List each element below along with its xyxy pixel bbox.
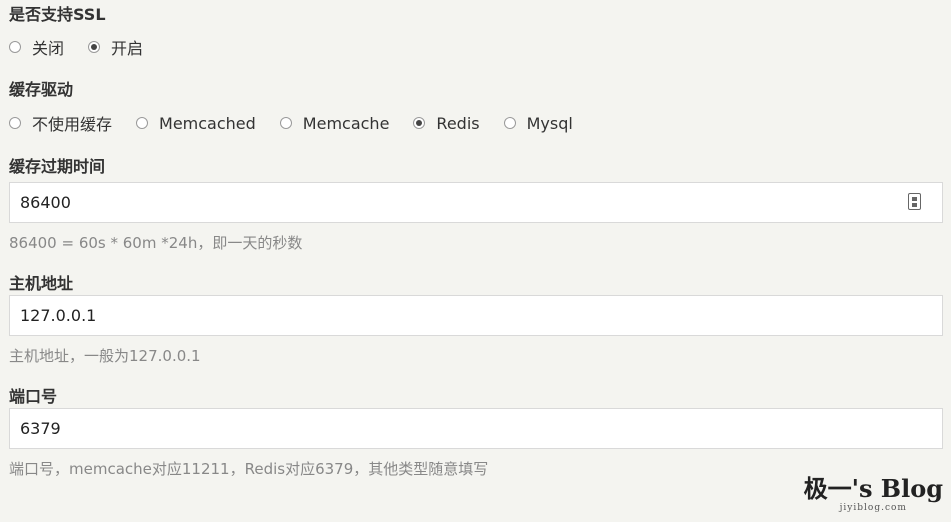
blog-watermark: 极一's Blog jiyiblog.com xyxy=(803,474,943,514)
host-help: 主机地址，一般为127.0.0.1 xyxy=(9,347,201,365)
driver-option-redis-label: Redis xyxy=(436,113,480,133)
expire-input[interactable] xyxy=(9,182,943,223)
radio-off-icon xyxy=(503,117,516,129)
ssl-option-on[interactable]: 开启 xyxy=(88,35,143,59)
host-label: 主机地址 xyxy=(9,274,74,293)
ssl-label: 是否支持SSL xyxy=(9,5,106,24)
host-input[interactable] xyxy=(9,295,943,336)
expire-help: 86400 = 60s * 60m *24h，即一天的秒数 xyxy=(9,234,303,252)
radio-off-icon xyxy=(279,117,292,129)
port-input-wrap xyxy=(9,408,943,449)
expire-label: 缓存过期时间 xyxy=(9,157,106,176)
driver-option-none-label: 不使用缓存 xyxy=(32,115,113,134)
cache-settings-form: 是否支持SSL 关闭 开启 缓存驱动 不使用缓存 Memcached Memca… xyxy=(9,0,943,479)
driver-option-memcache-label: Memcache xyxy=(302,113,390,133)
ssl-option-off-label: 关闭 xyxy=(32,39,65,58)
watermark-subtitle: jiyiblog.com xyxy=(839,503,907,513)
driver-label: 缓存驱动 xyxy=(9,80,74,99)
driver-option-redis[interactable]: Redis xyxy=(413,113,480,133)
driver-option-mysql[interactable]: Mysql xyxy=(503,113,573,133)
host-input-wrap xyxy=(9,295,943,336)
radio-on-icon xyxy=(413,117,426,129)
expire-input-wrap xyxy=(9,182,943,223)
driver-radio-group: 不使用缓存 Memcached Memcache Redis Mysql xyxy=(9,106,943,140)
radio-off-icon xyxy=(136,117,149,129)
radio-on-icon xyxy=(88,41,101,53)
radio-off-icon xyxy=(9,117,21,129)
driver-option-memcached-label: Memcached xyxy=(159,113,256,133)
port-label: 端口号 xyxy=(9,387,58,406)
autofill-icon[interactable] xyxy=(908,193,921,210)
watermark-title: 极一's Blog xyxy=(803,474,943,503)
driver-option-mysql-label: Mysql xyxy=(526,113,573,133)
driver-option-memcached[interactable]: Memcached xyxy=(136,114,256,133)
ssl-option-off[interactable]: 关闭 xyxy=(9,35,64,59)
ssl-option-on-label: 开启 xyxy=(111,39,144,58)
driver-option-none[interactable]: 不使用缓存 xyxy=(9,111,112,135)
ssl-radio-group: 关闭 开启 xyxy=(9,30,943,64)
port-input[interactable] xyxy=(9,408,943,449)
driver-option-memcache[interactable]: Memcache xyxy=(279,113,390,133)
radio-off-icon xyxy=(9,41,21,53)
